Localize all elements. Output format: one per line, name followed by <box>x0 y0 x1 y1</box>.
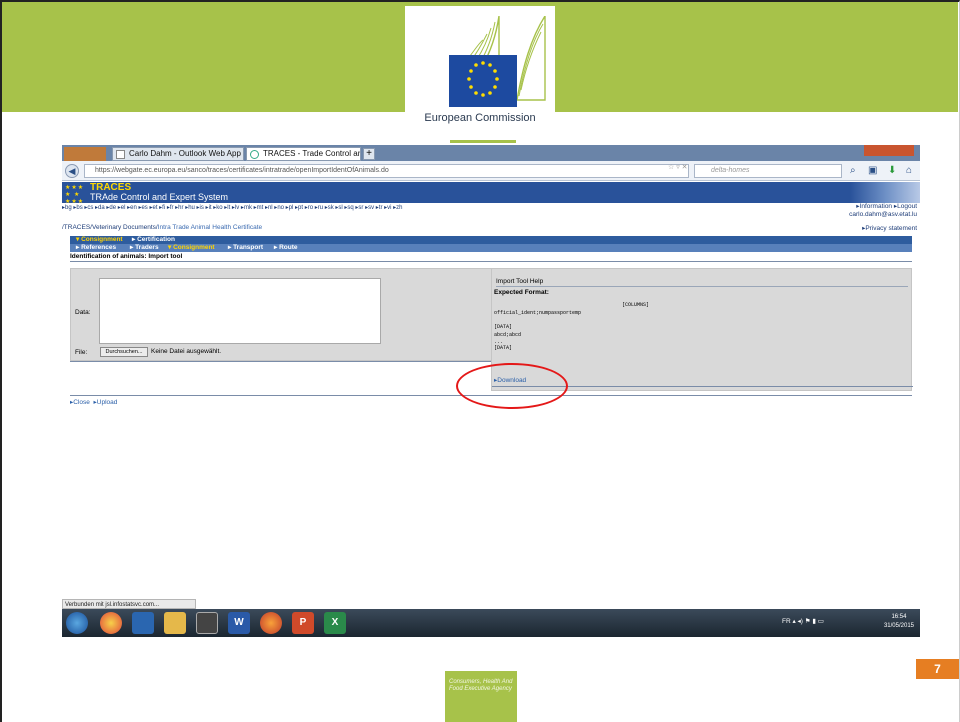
help-divider <box>496 286 908 287</box>
traces-banner-image <box>850 182 920 203</box>
tab-traces[interactable]: TRACES - Trade Control and Expert S... <box>246 147 361 161</box>
browser-menu-button[interactable] <box>64 147 106 161</box>
powerpoint-icon[interactable]: P <box>292 612 314 634</box>
language-indicator[interactable]: FR <box>782 618 791 625</box>
submenu-route[interactable]: ▸ Route <box>274 244 297 252</box>
tab-outlook[interactable]: Carlo Dahm - Outlook Web App <box>112 147 244 161</box>
privacy-link[interactable]: ▸Privacy statement <box>862 224 917 232</box>
footer-links: ▸Close ▸Upload <box>70 398 117 406</box>
home-icon[interactable]: ⌂ <box>906 165 912 176</box>
data-tag: [DATA] <box>494 324 513 330</box>
help-title: Import Tool Help <box>496 278 544 285</box>
agency-name: Consumers, Health And Food Executive Age… <box>449 679 513 692</box>
browse-button[interactable]: Durchsuchen... <box>100 347 148 357</box>
address-toolbar: ◀ https://webgate.ec.europa.eu/sanco/tra… <box>62 161 920 181</box>
firefox-icon[interactable] <box>260 612 282 634</box>
submenu-consignment[interactable]: ▾ Consignment <box>168 244 215 252</box>
data-label: Data: <box>75 309 91 316</box>
traces-subtitle: TRAde Control and Expert System <box>90 192 229 202</box>
menu-consignment[interactable]: ▾ Consignment <box>76 236 123 244</box>
page-menu-icon[interactable]: ▣ <box>868 165 877 176</box>
chrome-icon[interactable] <box>100 612 122 634</box>
loading-icon <box>250 150 259 159</box>
form-divider <box>70 361 492 362</box>
embedded-screenshot: Carlo Dahm - Outlook Web App TRACES - Tr… <box>62 145 920 637</box>
folder-icon[interactable] <box>164 612 186 634</box>
clock-date: 31/05/2015 <box>883 623 914 629</box>
search-input[interactable]: delta-homes <box>694 164 842 178</box>
breadcrumb-root[interactable]: /TRACES/Veterinary Documents/ <box>62 224 158 231</box>
breadcrumb: /TRACES/Veterinary Documents/Intra Trade… <box>62 224 262 231</box>
user-email: carlo.dahm@asv.etat.lu <box>849 211 917 218</box>
back-icon[interactable]: ◀ <box>65 164 79 178</box>
download-arrow-icon[interactable]: ⬇ <box>888 165 896 176</box>
bookmark-star-icon[interactable]: ☆ ▿ ✕ <box>668 163 688 171</box>
new-tab-button[interactable]: + <box>363 148 375 160</box>
windows-taskbar: W P X FR ▴ ◂) ⚑ ▮ ▭ 16:54 31/05/2015 <box>62 609 920 637</box>
browser-status-bar: Verbunden mit jsl.infostatsvc.com... <box>62 599 196 609</box>
submenu-traders[interactable]: ▸ Traders <box>130 244 159 252</box>
columns-example: official_ident;numpassportemp <box>494 310 582 316</box>
submenu-transport[interactable]: ▸ Transport <box>228 244 263 252</box>
file-label: File: <box>75 349 88 356</box>
page-title: Identification of animals: Import tool <box>70 252 912 262</box>
traces-eu-stars-icon: ★★★ ★ ★ ★★★ <box>65 185 85 205</box>
outlook-taskbar-icon[interactable] <box>132 612 154 634</box>
logo-underline <box>450 140 516 143</box>
system-tray: FR ▴ ◂) ⚑ ▮ ▭ <box>782 618 824 625</box>
sample-row: abcd;abcd <box>494 332 522 338</box>
breadcrumb-current[interactable]: Intra Trade Animal Health Certificate <box>158 224 262 231</box>
sub-menu: ▸ References ▸ Traders ▾ Consignment ▸ T… <box>70 244 912 252</box>
info-logout-links[interactable]: ▸Information ▸Logout <box>849 203 917 211</box>
columns-tag: [COLUMNS] <box>622 302 650 308</box>
start-button-icon[interactable] <box>66 612 88 634</box>
browser-tab-bar: Carlo Dahm - Outlook Web App TRACES - Tr… <box>62 145 920 161</box>
page-number: 7 <box>916 659 959 679</box>
menu-certification[interactable]: ▸ Certification <box>132 236 175 244</box>
no-file-text: Keine Datei ausgewählt. <box>151 348 222 355</box>
calculator-icon[interactable] <box>196 612 218 634</box>
eu-flag-icon <box>449 55 517 107</box>
highlight-circle <box>456 363 568 409</box>
url-field[interactable]: https://webgate.ec.europa.eu/sanco/trace… <box>84 164 689 178</box>
clock[interactable]: 16:54 31/05/2015 <box>884 613 914 631</box>
traces-header: ★★★ ★ ★ ★★★ TRACES TRAde Control and Exper… <box>62 182 920 205</box>
window-controls[interactable] <box>864 145 914 156</box>
account-links: ▸Information ▸Logout carlo.dahm@asv.etat… <box>849 203 917 219</box>
clock-time: 16:54 <box>891 614 907 620</box>
submenu-references[interactable]: ▸ References <box>76 244 116 252</box>
search-icon[interactable]: ⌕ <box>850 165 856 176</box>
upload-link[interactable]: ▸Upload <box>94 399 118 406</box>
main-menu: ▾ Consignment ▸ Certification <box>70 236 912 244</box>
data-end-tag: [DATA] <box>494 345 513 351</box>
org-name: European Commission <box>424 112 536 124</box>
language-links[interactable]: ▸bg ▸bs ▸cs ▸da ▸de ▸el ▸en ▸es ▸et ▸fi … <box>62 203 920 213</box>
expected-format-label: Expected Format: <box>494 289 549 296</box>
import-form: Data: File: Durchsuchen... Keine Datei a… <box>70 268 492 361</box>
outlook-icon <box>116 150 125 159</box>
excel-icon[interactable]: X <box>324 612 346 634</box>
agency-logo: Consumers, Health And Food Executive Age… <box>445 671 517 722</box>
word-icon[interactable]: W <box>228 612 250 634</box>
data-textarea[interactable] <box>99 278 381 344</box>
close-link[interactable]: ▸Close <box>70 399 90 406</box>
